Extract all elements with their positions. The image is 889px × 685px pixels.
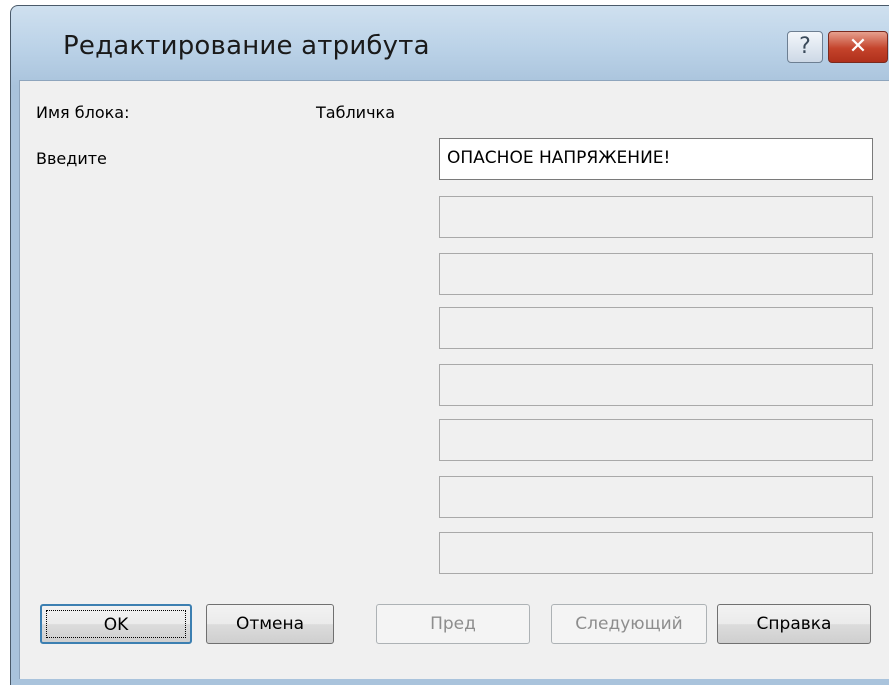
focus-rect [46,610,186,638]
attribute-input-empty [439,364,873,406]
help-title-button[interactable]: ? [787,31,823,63]
attribute-input-empty [439,196,873,238]
close-button[interactable]: ✕ [828,31,888,63]
cancel-button[interactable]: Отмена [206,604,334,644]
enter-label: Введите [36,149,107,168]
attribute-input[interactable]: ОПАСНОЕ НАПРЯЖЕНИЕ! [439,138,873,180]
attribute-input-empty [439,532,873,574]
block-name-label: Имя блока: [36,103,130,122]
attribute-input-empty [439,253,873,295]
block-name-value: Табличка [316,103,395,122]
help-button[interactable]: Справка [717,604,871,644]
close-icon: ✕ [848,34,868,59]
attribute-input-empty [439,476,873,518]
attribute-input-empty [439,307,873,349]
attribute-input-empty [439,419,873,461]
ok-button[interactable]: OK [40,604,192,644]
title-bar[interactable]: Редактирование атрибута ? ✕ [11,6,889,86]
dialog-title: Редактирование атрибута [63,31,430,61]
next-button[interactable]: Следующий [551,604,707,644]
dialog-client-area: Имя блока: Табличка Введите ОПАСНОЕ НАПР… [19,80,889,679]
prev-button[interactable]: Пред [376,604,530,644]
